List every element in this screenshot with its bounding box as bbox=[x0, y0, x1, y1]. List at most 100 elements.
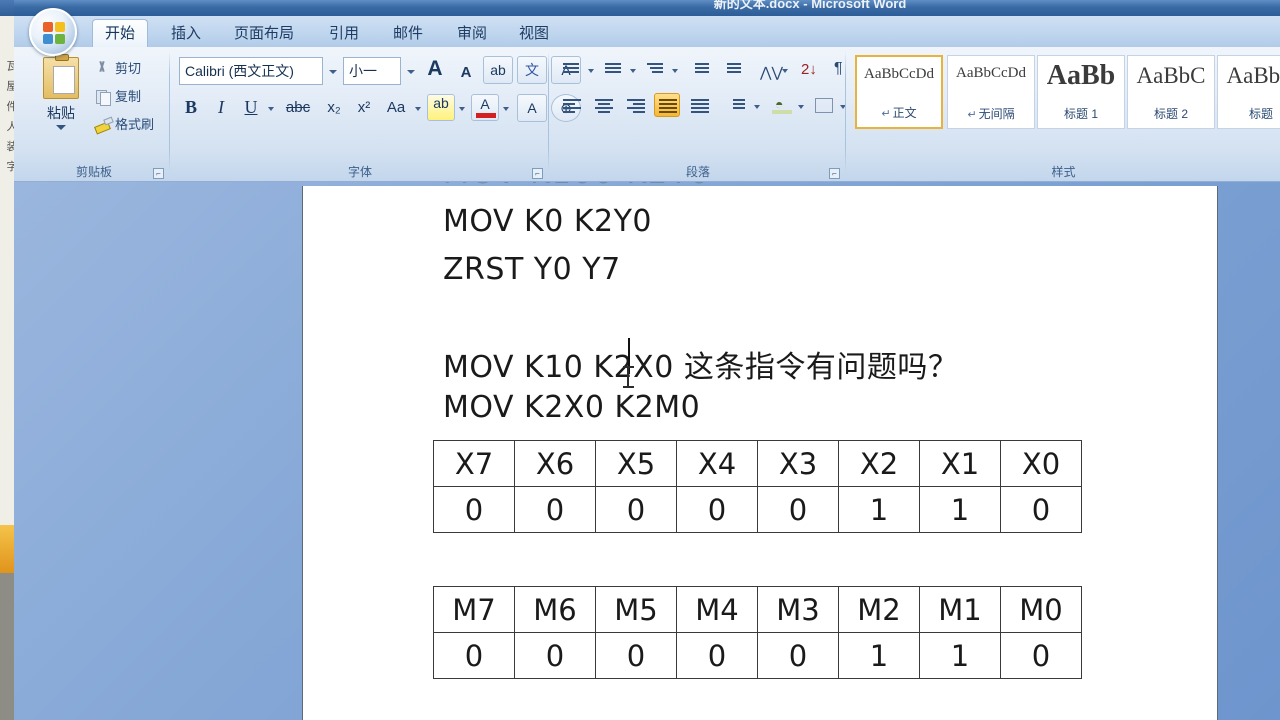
borders-button[interactable] bbox=[810, 93, 836, 117]
style-name: 标题 2 bbox=[1153, 107, 1188, 121]
tab-insert[interactable]: 插入 bbox=[160, 20, 212, 48]
italic-button[interactable]: I bbox=[209, 95, 233, 119]
style-name: 标题 1 bbox=[1063, 107, 1098, 121]
style-heading-2[interactable]: AaBbC 标题 2 bbox=[1127, 55, 1215, 129]
font-color-button[interactable]: A bbox=[471, 94, 499, 121]
copy-button[interactable]: 复制 bbox=[94, 85, 141, 109]
m-bit-table[interactable]: M7 M6 M5 M4 M3 M2 M1 M0 0 0 0 0 0 1 1 0 bbox=[433, 586, 1082, 679]
format-painter-button[interactable]: 格式刷 bbox=[94, 113, 154, 137]
style-preview: AaBbCcDd bbox=[956, 65, 1026, 81]
document-page[interactable]: MOV K100 K2Y0 MOV K0 K2Y0 ZRST Y0 Y7 MOV… bbox=[303, 182, 1217, 720]
doc-line-1[interactable]: MOV K0 K2Y0 bbox=[443, 204, 652, 239]
sort-asc-desc-button[interactable]: ⋀⋁ bbox=[754, 57, 783, 81]
tab-view[interactable]: 视图 bbox=[508, 20, 560, 48]
office-logo-icon bbox=[43, 22, 67, 46]
tab-references[interactable]: 引用 bbox=[318, 20, 370, 48]
change-case-dropdown-arrow[interactable] bbox=[415, 107, 421, 111]
document-canvas[interactable]: MOV K100 K2Y0 MOV K0 K2Y0 ZRST Y0 Y7 MOV… bbox=[14, 182, 1280, 720]
shading-dropdown-arrow[interactable] bbox=[798, 105, 804, 109]
table-row-headers: X7 X6 X5 X4 X3 X2 X1 X0 bbox=[433, 440, 1082, 487]
font-color-dropdown-arrow[interactable] bbox=[503, 107, 509, 111]
align-justify-button[interactable] bbox=[654, 93, 680, 117]
style-heading-1[interactable]: AaBb 标题 1 bbox=[1037, 55, 1125, 129]
font-name-input[interactable]: Calibri (西文正文) bbox=[179, 57, 323, 85]
underline-dropdown-arrow[interactable] bbox=[268, 107, 274, 111]
cut-button[interactable]: 剪切 bbox=[94, 57, 141, 81]
font-dialog-launcher[interactable]: ⌐ bbox=[532, 168, 543, 179]
change-case-button[interactable]: Aa bbox=[381, 96, 411, 120]
sort-dropdown-arrow[interactable] bbox=[782, 69, 788, 73]
multilevel-list-button[interactable] bbox=[642, 57, 668, 81]
style-title[interactable]: AaBbC 标题 bbox=[1217, 55, 1280, 129]
bullets-dropdown-arrow[interactable] bbox=[588, 69, 594, 73]
align-left-button[interactable] bbox=[558, 93, 584, 117]
word-application-window: 新的文本.docx - Microsoft Word 开始 插入 页面布局 引用… bbox=[14, 0, 1280, 720]
paragraph-dialog-launcher[interactable]: ⌐ bbox=[829, 168, 840, 179]
phonetic-guide-button[interactable]: ab bbox=[483, 56, 513, 84]
table-cell: 0 bbox=[595, 486, 677, 533]
style-normal[interactable]: AaBbCcDd ↵ 正文 bbox=[855, 55, 943, 129]
tab-review[interactable]: 审阅 bbox=[446, 20, 498, 48]
tab-home[interactable]: 开始 bbox=[92, 19, 148, 48]
font-name-dropdown-arrow[interactable] bbox=[329, 70, 337, 74]
numbering-dropdown-arrow[interactable] bbox=[630, 69, 636, 73]
numbering-button[interactable] bbox=[600, 57, 626, 81]
clipboard-dialog-launcher[interactable]: ⌐ bbox=[153, 168, 164, 179]
style-preview: AaBbCcDd bbox=[864, 66, 934, 82]
strikethrough-button[interactable]: abc bbox=[281, 96, 315, 120]
table-cell: X5 bbox=[595, 440, 677, 487]
table-cell: M7 bbox=[433, 586, 515, 633]
font-group-label: 字体 bbox=[347, 165, 372, 179]
table-cell: 1 bbox=[919, 486, 1001, 533]
line-spacing-button[interactable] bbox=[724, 93, 750, 117]
subscript-button[interactable]: x₂ bbox=[321, 96, 347, 120]
underline-button[interactable]: U bbox=[239, 95, 263, 119]
style-no-spacing[interactable]: AaBbCcDd ↵ 无间隔 bbox=[947, 55, 1035, 129]
distributed-align-button[interactable] bbox=[686, 93, 712, 117]
table-cell: 0 bbox=[676, 632, 758, 679]
table-cell: 0 bbox=[514, 632, 596, 679]
doc-line-2[interactable]: ZRST Y0 Y7 bbox=[443, 252, 621, 287]
font-size-dropdown-arrow[interactable] bbox=[407, 70, 415, 74]
font-size-input[interactable]: 小一 bbox=[343, 57, 401, 85]
table-cell: M6 bbox=[514, 586, 596, 633]
superscript-button[interactable]: x² bbox=[351, 96, 377, 120]
align-right-button[interactable] bbox=[622, 93, 648, 117]
paste-button[interactable]: 粘贴 bbox=[32, 54, 90, 151]
text-highlight-button[interactable]: ab bbox=[427, 94, 455, 121]
table-cell: X1 bbox=[919, 440, 1001, 487]
line-spacing-dropdown-arrow[interactable] bbox=[754, 105, 760, 109]
ribbon: 粘贴 剪切 复制 格式刷 剪贴板 ⌐ Calibri (西文正文) 小一 A A bbox=[14, 47, 1280, 182]
shading-button[interactable]: ◓ bbox=[768, 93, 794, 117]
multilevel-dropdown-arrow[interactable] bbox=[672, 69, 678, 73]
tab-mailings[interactable]: 邮件 bbox=[382, 20, 434, 48]
decrease-indent-button[interactable] bbox=[688, 57, 714, 81]
table-cell: 0 bbox=[514, 486, 596, 533]
table-cell: X2 bbox=[838, 440, 920, 487]
mouse-ibeam-cursor bbox=[623, 366, 634, 388]
title-bar[interactable]: 新的文本.docx - Microsoft Word bbox=[14, 0, 1280, 16]
tab-layout[interactable]: 页面布局 bbox=[222, 20, 306, 48]
paste-dropdown-arrow[interactable] bbox=[56, 125, 66, 130]
character-border-button[interactable]: 文 bbox=[517, 56, 547, 84]
doc-line-3[interactable]: MOV K10 K2X0 这条指令有问题吗？ bbox=[443, 342, 958, 386]
increase-indent-button[interactable] bbox=[720, 57, 746, 81]
grow-font-button[interactable]: A bbox=[421, 57, 449, 81]
text-effects-button[interactable]: A bbox=[517, 94, 547, 122]
paste-label: 粘贴 bbox=[47, 105, 75, 121]
align-center-button[interactable] bbox=[590, 93, 616, 117]
bullets-button[interactable] bbox=[558, 57, 584, 81]
table-cell: M2 bbox=[838, 586, 920, 633]
doc-line-4[interactable]: MOV K2X0 K2M0 bbox=[443, 390, 700, 425]
x-bit-table[interactable]: X7 X6 X5 X4 X3 X2 X1 X0 0 0 0 0 0 1 1 0 bbox=[433, 440, 1082, 533]
style-name: ↵ 正文 bbox=[881, 106, 917, 120]
office-button[interactable] bbox=[29, 8, 77, 56]
table-row-headers: M7 M6 M5 M4 M3 M2 M1 M0 bbox=[433, 586, 1082, 633]
table-cell: 0 bbox=[757, 632, 839, 679]
table-cell: M3 bbox=[757, 586, 839, 633]
sort-button[interactable]: 2↓ bbox=[794, 57, 820, 81]
shrink-font-button[interactable]: A bbox=[453, 61, 479, 85]
bold-button[interactable]: B bbox=[179, 95, 203, 119]
highlight-dropdown-arrow[interactable] bbox=[459, 107, 465, 111]
ribbon-group-clipboard: 粘贴 剪切 复制 格式刷 剪贴板 ⌐ bbox=[18, 47, 170, 182]
